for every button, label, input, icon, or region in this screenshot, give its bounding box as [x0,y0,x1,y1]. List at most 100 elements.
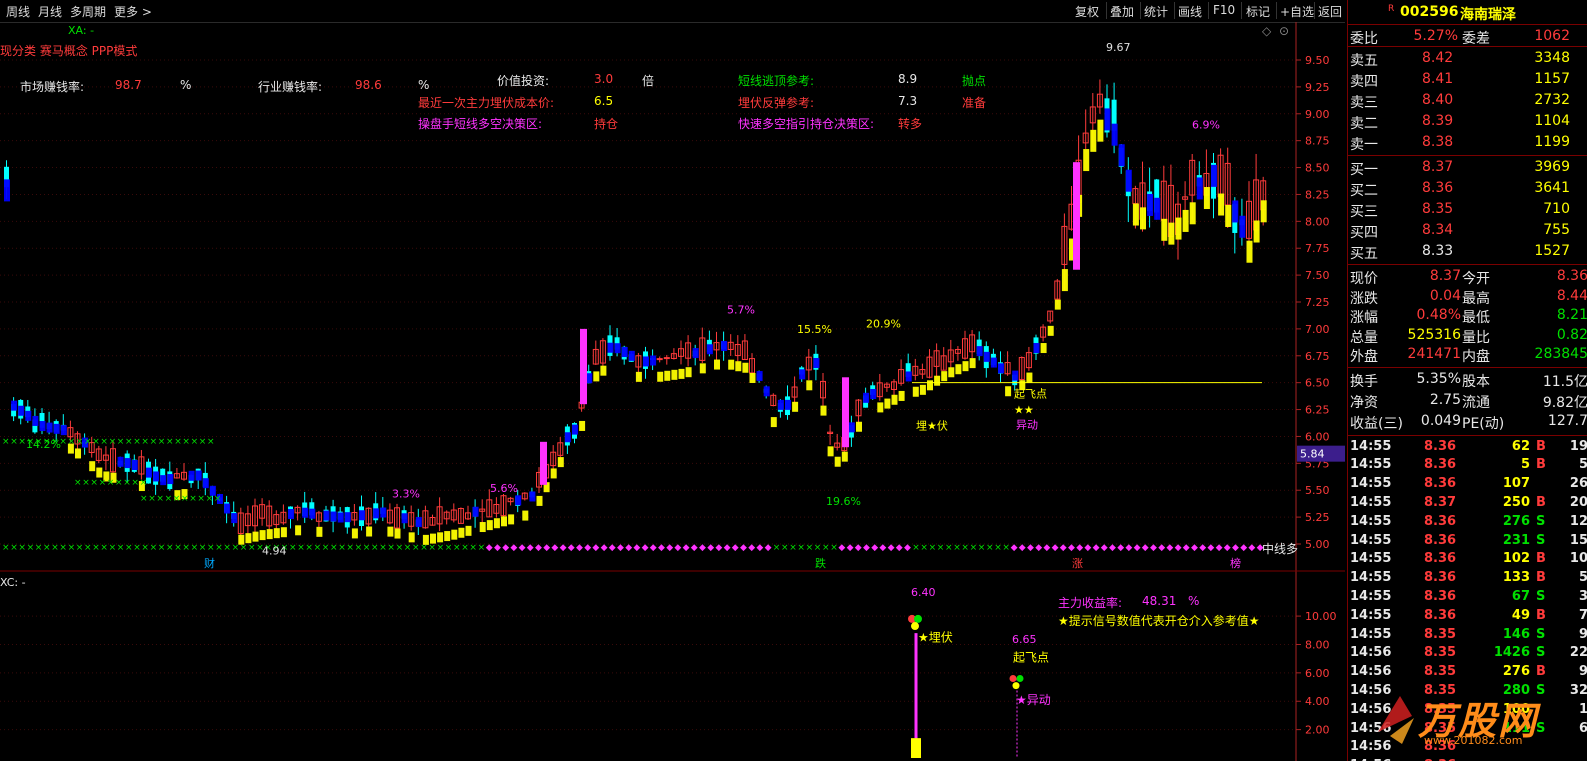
adjust-button[interactable]: 复权 [1075,3,1099,20]
profit-rate-label: 主力收益率: [1058,596,1123,610]
back-button[interactable]: 返回 [1318,3,1342,20]
category-subtitle: 现分类 赛马概念 PPP模式 [0,44,138,58]
more-button[interactable]: 更多 > [114,3,152,20]
cross-marker: × [99,478,107,488]
xa-label: XA: - [68,24,95,37]
diamond-marker: ◆ [683,543,690,553]
cross-marker: × [215,543,223,553]
price-tick-label: 7.50 [1305,269,1330,282]
cross-marker: × [970,543,978,553]
diamond-marker: ◆ [560,543,567,553]
f10-button[interactable]: F10 [1213,3,1235,17]
trend-band-block [770,417,777,428]
value-invest-label: 价值投资: [497,74,550,88]
settings-icon[interactable]: ⊙ [1279,24,1289,38]
trend-band-block [153,471,160,482]
cross-marker: × [1002,543,1010,553]
trend-band-block [1189,202,1196,225]
tick-count: 9 [1578,664,1587,680]
diamond-icon[interactable]: ◇ [1262,24,1271,38]
trend-band-block [53,423,60,434]
cross-marker: × [830,543,838,553]
add-watchlist-button[interactable]: +自选 [1280,3,1314,20]
cross-marker: × [174,437,182,447]
overlay-button[interactable]: 叠加 [1110,3,1134,20]
trend-band-block [870,389,877,400]
cross-marker: × [978,543,986,553]
diamond-marker: ◆ [1027,543,1034,553]
ask-price: 8.38 [1422,134,1454,150]
trend-band-block [444,531,451,542]
mark-button[interactable]: 标记 [1246,3,1270,20]
tick-volume: 67 [1511,588,1530,604]
tick-count: 9 [1578,626,1587,642]
cross-marker: × [814,543,822,553]
trend-band-block [46,422,53,433]
bid-label: 买四 [1350,225,1378,241]
kline-chart[interactable]: 9.50 9.25 9.00 8.75 8.50 8.25 8.00 7.75 7.50 7.25… [0,22,1345,572]
diamond-marker: ◆ [494,543,501,553]
multi-period-button[interactable]: 多周期 [70,3,106,20]
trend-band-block [927,380,933,391]
surge-bar [540,441,547,485]
divider [1348,24,1587,25]
stat-label: 涨跌 [1350,290,1378,307]
tick-row: 14:55 8.36 133 B 5 [1348,569,1587,587]
tick-time: 14:55 [1350,607,1392,623]
tick-side: B [1536,551,1546,567]
weibi-value: 5.27% [1413,28,1458,44]
sub-tick-label: 8.00 [1305,638,1330,651]
chart-annotation: 5.7% [727,304,755,317]
tick-count: 5 [1578,570,1587,586]
trend-band-block [1097,119,1104,142]
price-tick-label: 6.25 [1305,404,1330,417]
tick-volume: 276 [1502,513,1530,529]
signal-label: ★埋伏 [918,631,953,645]
diamond-marker: ◆ [519,543,526,553]
cross-marker: × [182,437,190,447]
weekly-button[interactable]: 周线 [6,3,30,20]
diamond-marker: ◆ [879,543,886,553]
tick-price: 8.35 [1424,626,1457,642]
diamond-marker: ◆ [888,543,895,553]
toolbar-divider [1276,2,1277,19]
trend-band-block [1132,203,1139,226]
diamond-marker: ◆ [633,543,640,553]
trend-band-block [1182,209,1189,232]
cross-marker: × [18,543,26,553]
tick-volume: 250 [1502,494,1530,510]
cross-marker: × [994,543,1002,553]
cross-marker: × [920,543,928,553]
trend-band-block [891,394,898,405]
tick-side: B [1536,607,1546,623]
trend-band-block [131,459,138,470]
stat-value: 8.21 [1556,307,1587,323]
cross-marker: × [125,437,133,447]
tick-time: 14:55 [1350,626,1392,642]
trend-band-block [167,474,174,485]
kline-chart-svg[interactable]: 9.50 9.25 9.00 8.75 8.50 8.25 8.00 7.75 7.50 7.25… [0,22,1345,572]
bid-volume: 755 [1543,222,1570,238]
trend-band-block [643,356,649,367]
diamond-marker: ◆ [1216,543,1223,553]
cross-marker: × [100,437,108,447]
cross-marker: × [109,437,117,447]
diamond-marker: ◆ [1019,543,1026,553]
monthly-button[interactable]: 月线 [38,3,62,20]
trend-band-block [919,384,926,395]
bid-volume: 710 [1543,201,1570,217]
ask-price: 8.40 [1422,92,1454,108]
draw-button[interactable]: 画线 [1178,3,1202,20]
xc-label: XC: - [0,576,26,589]
cross-marker: × [115,478,123,488]
trend-band-block [678,368,685,379]
chart-annotation: 埋★伏 [916,419,948,433]
divider [1348,366,1587,368]
quote-panel: R 002596 海南瑞泽 委比 5.27% 委差 1062 卖五 8.42 334… [1347,0,1587,761]
tick-row: 14:568.36 [1348,757,1587,761]
cross-marker: × [387,543,395,553]
trend-band-block [1054,299,1061,310]
stats-button[interactable]: 统计 [1144,3,1168,20]
ask-price: 8.41 [1422,71,1454,87]
trend-band-block [721,340,728,351]
